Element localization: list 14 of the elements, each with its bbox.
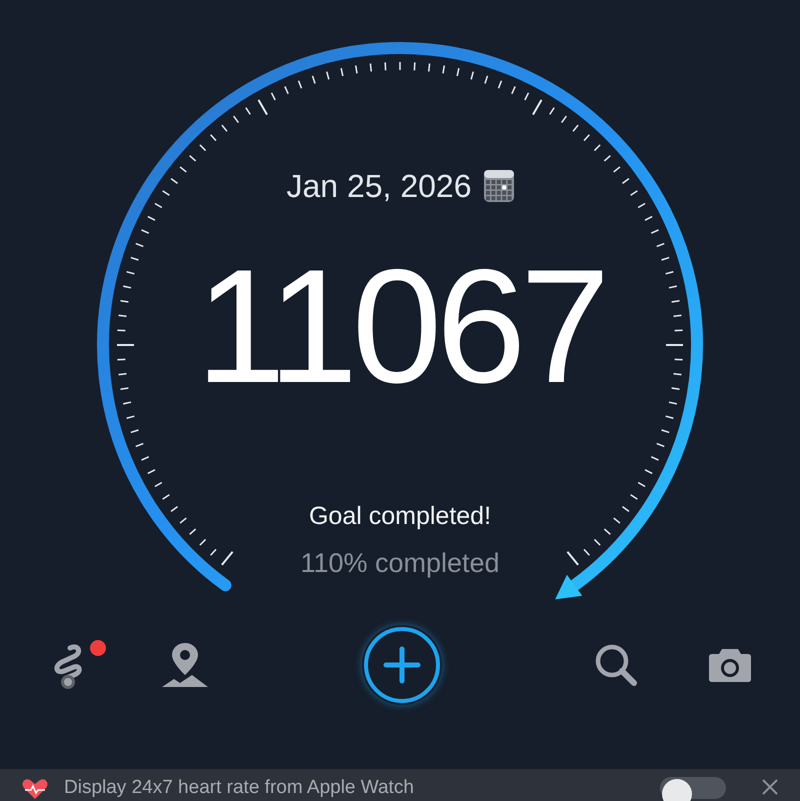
map-pin-icon[interactable] [160, 641, 210, 689]
camera-icon[interactable] [708, 647, 752, 683]
arrow-head-icon [555, 574, 582, 600]
step-count: 11067 [196, 252, 604, 402]
goal-message: Goal completed! [308, 501, 492, 532]
search-icon[interactable] [594, 643, 638, 687]
add-button[interactable] [362, 625, 442, 705]
heart-icon [22, 779, 48, 799]
progress-text: 110% completed [300, 547, 500, 580]
date-label: Jan 25, 2026 [286, 167, 472, 206]
toggle-switch[interactable] [660, 777, 726, 799]
calendar-icon[interactable] [484, 170, 514, 202]
close-icon[interactable] [760, 777, 780, 797]
banner-text: Display 24x7 heart rate from Apple Watch [64, 777, 414, 799]
